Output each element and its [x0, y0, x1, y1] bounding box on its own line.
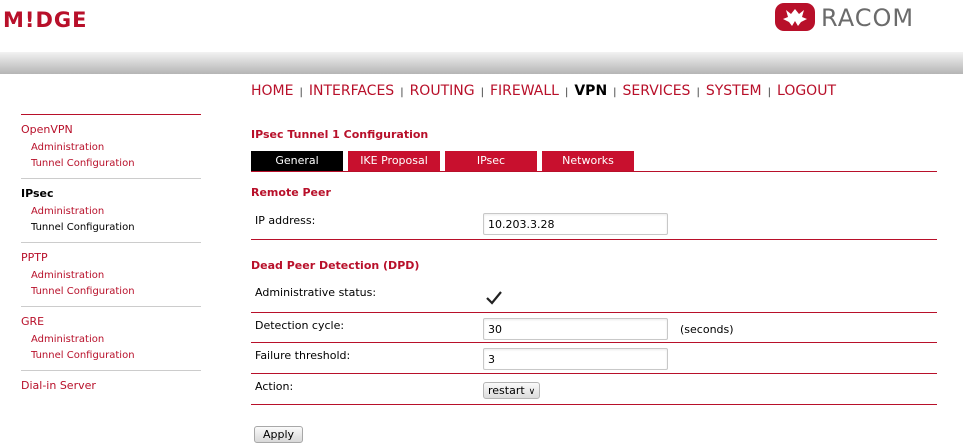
sidebar-group-gre: GRE Administration Tunnel Configuration	[21, 306, 201, 370]
nav-home[interactable]: HOME	[251, 83, 293, 99]
failure-threshold-label: Failure threshold:	[255, 349, 351, 362]
row-failure-threshold: Failure threshold:	[251, 343, 937, 373]
sidebar-item-gre-tunnel-configuration[interactable]: Tunnel Configuration	[31, 348, 201, 364]
nav-interfaces[interactable]: INTERFACES	[309, 83, 394, 99]
sidebar-group-dial-in: Dial-in Server	[21, 370, 201, 402]
nav-vpn[interactable]: VPN	[574, 83, 607, 99]
nav-logout[interactable]: LOGOUT	[777, 83, 836, 99]
sidebar-item-gre-administration[interactable]: Administration	[31, 332, 201, 348]
sidebar-title-openvpn[interactable]: OpenVPN	[21, 123, 201, 136]
action-select-value: restart	[488, 384, 525, 397]
sidebar-group-pptp: PPTP Administration Tunnel Configuration	[21, 242, 201, 306]
sidebar-item-pptp-administration[interactable]: Administration	[31, 268, 201, 284]
sidebar-item-ipsec-administration[interactable]: Administration	[31, 204, 201, 220]
nav-separator: |	[613, 87, 617, 98]
tab-networks[interactable]: Networks	[542, 151, 634, 171]
failure-threshold-input[interactable]	[483, 348, 668, 370]
row-action: Action: restart ∨	[251, 374, 937, 405]
nav-separator: |	[400, 87, 404, 98]
row-ip-address: IP address:	[251, 207, 937, 240]
row-divider	[251, 404, 937, 405]
admin-status-checkbox[interactable]	[485, 290, 503, 306]
sidebar-group-openvpn: OpenVPN Administration Tunnel Configurat…	[21, 114, 201, 178]
sidebar-group-ipsec: IPsec Administration Tunnel Configuratio…	[21, 178, 201, 242]
header: M!DGE RACOM	[0, 0, 963, 52]
ip-address-label: IP address:	[255, 214, 316, 227]
action-label: Action:	[255, 380, 294, 393]
row-detection-cycle: Detection cycle: (seconds)	[251, 313, 937, 343]
nav-services[interactable]: SERVICES	[623, 83, 691, 99]
section-title-dpd: Dead Peer Detection (DPD)	[251, 259, 420, 272]
nav-separator: |	[564, 87, 569, 98]
nav-separator: |	[767, 87, 772, 98]
sidebar-title-ipsec[interactable]: IPsec	[21, 187, 201, 200]
sidebar-title-gre[interactable]: GRE	[21, 315, 201, 328]
top-navigation: HOME | INTERFACES | ROUTING | FIREWALL | VPN | SER…	[251, 83, 836, 99]
sidebar-title-pptp[interactable]: PPTP	[21, 251, 201, 264]
tab-ike-proposal[interactable]: IKE Proposal	[348, 151, 440, 171]
row-divider	[251, 239, 937, 240]
sidebar: OpenVPN Administration Tunnel Configurat…	[21, 114, 201, 402]
nav-separator: |	[696, 87, 700, 98]
sidebar-item-ipsec-tunnel-configuration[interactable]: Tunnel Configuration	[31, 220, 201, 236]
section-title-remote-peer: Remote Peer	[251, 186, 331, 199]
sidebar-item-openvpn-tunnel-configuration[interactable]: Tunnel Configuration	[31, 156, 201, 172]
action-select[interactable]: restart ∨	[483, 382, 541, 399]
detection-cycle-units: (seconds)	[680, 323, 734, 336]
row-admin-status: Administrative status:	[251, 280, 937, 313]
nav-separator: |	[299, 87, 303, 98]
apply-button[interactable]: Apply	[254, 426, 304, 443]
sidebar-title-dial-in-server[interactable]: Dial-in Server	[21, 379, 201, 392]
tab-bar: General IKE Proposal IPsec Networks	[251, 151, 937, 172]
racom-logo-icon	[775, 3, 815, 31]
page-title: IPsec Tunnel 1 Configuration	[251, 128, 429, 141]
detection-cycle-label: Detection cycle:	[255, 319, 345, 332]
tab-ipsec[interactable]: IPsec	[445, 151, 537, 171]
sidebar-item-openvpn-administration[interactable]: Administration	[31, 140, 201, 156]
nav-routing[interactable]: ROUTING	[410, 83, 475, 99]
nav-system[interactable]: SYSTEM	[706, 83, 762, 99]
nav-separator: |	[480, 87, 484, 98]
racom-logo-text: RACOM	[821, 4, 915, 32]
sidebar-item-pptp-tunnel-configuration[interactable]: Tunnel Configuration	[31, 284, 201, 300]
header-band	[0, 52, 963, 74]
nav-firewall[interactable]: FIREWALL	[490, 83, 559, 99]
chevron-down-icon: ∨	[528, 387, 536, 397]
tab-general[interactable]: General	[251, 151, 343, 171]
midge-logo: M!DGE	[3, 8, 88, 32]
admin-status-label: Administrative status:	[255, 286, 377, 299]
detection-cycle-input[interactable]	[483, 318, 668, 340]
ip-address-input[interactable]	[483, 213, 668, 235]
